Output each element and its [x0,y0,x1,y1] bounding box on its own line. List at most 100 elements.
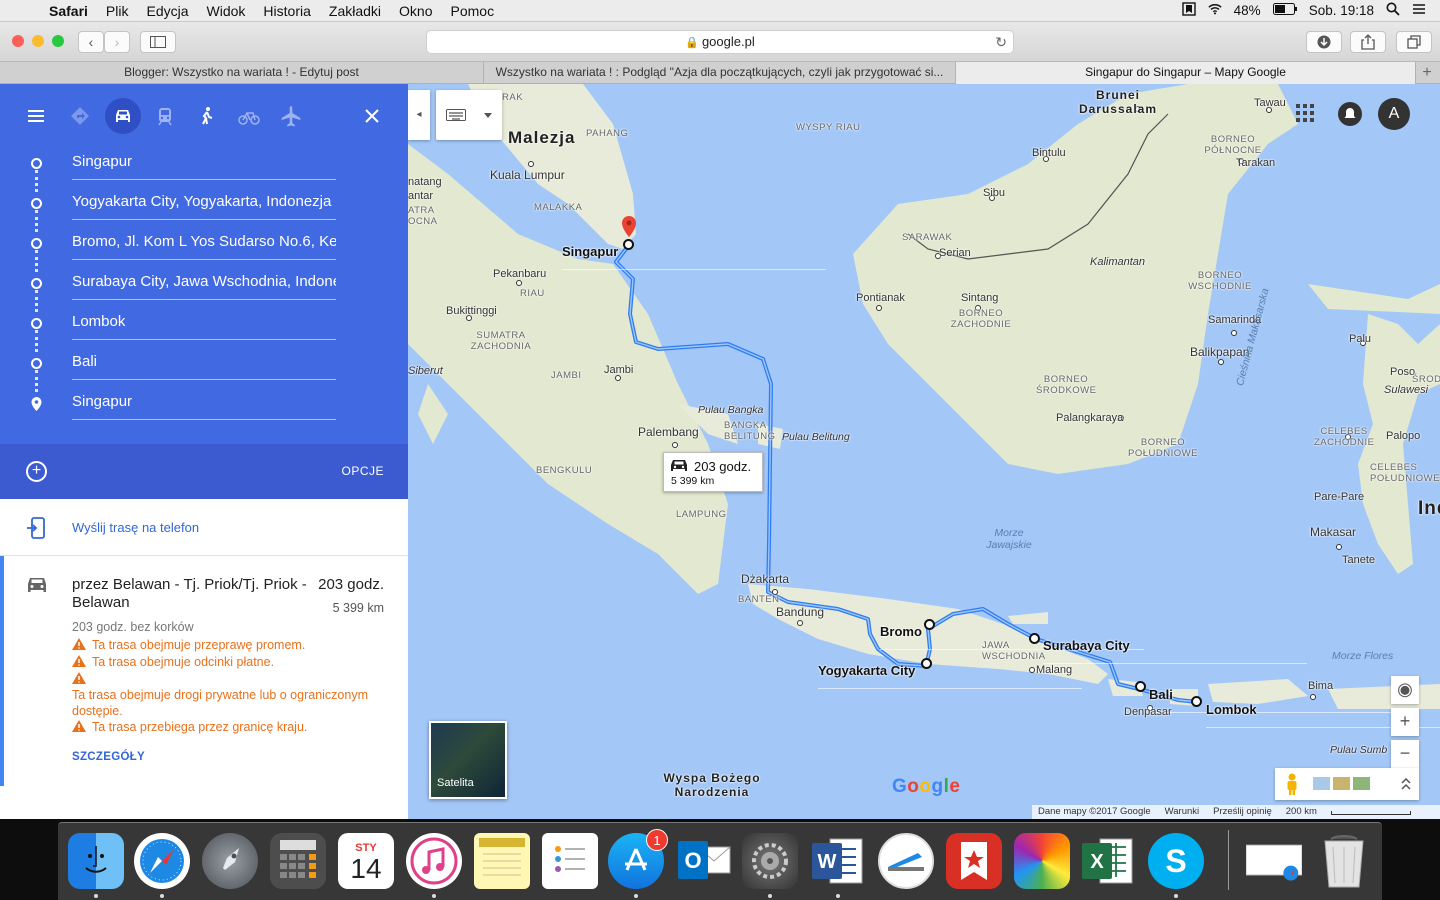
close-directions-button[interactable] [358,104,386,132]
menu-widok[interactable]: Widok [198,3,255,19]
minimized-safari-window-icon[interactable] [1246,833,1302,889]
layer-thumbnail[interactable] [1313,777,1330,790]
svg-text:X: X [1090,851,1104,873]
word-icon[interactable]: W [810,833,866,889]
mode-transit[interactable] [147,98,183,134]
itunes-icon[interactable] [406,833,462,889]
city-marker[interactable] [672,442,678,448]
finder-icon[interactable] [68,833,124,889]
excel-icon[interactable]: X [1080,833,1136,889]
notes-icon[interactable] [474,833,530,889]
battery-icon[interactable] [1272,3,1297,18]
address-bar[interactable]: 🔒 google.pl ↻ [426,30,1014,54]
collapse-panel-button[interactable]: ◂ [408,90,430,140]
menu-button[interactable] [18,98,54,134]
scale-label[interactable]: 200 km [1286,805,1317,819]
send-to-phone-row[interactable]: Wyślij trasę na telefon [0,499,408,556]
spotlight-icon[interactable] [1386,2,1400,19]
system-preferences-icon[interactable] [742,833,798,889]
route-stop-bali[interactable] [1135,681,1146,692]
menu-app-safari[interactable]: Safari [40,3,97,19]
city-marker[interactable] [528,161,534,167]
city-marker[interactable] [1336,544,1342,550]
city-marker[interactable] [1231,330,1237,336]
send-feedback-link[interactable]: Prześlij opinię [1213,805,1272,819]
apps-grid-icon[interactable] [1294,102,1316,124]
skype-icon[interactable]: S [1148,833,1204,889]
input-tools-button[interactable] [436,90,502,140]
downloads-button[interactable] [1306,31,1342,53]
menu-pomoc[interactable]: Pomoc [442,3,504,19]
waypoint-input-2[interactable]: Yogyakarta City, Yogyakarta, Indonezja [72,188,336,220]
menu-zakladki[interactable]: Zakładki [320,3,390,19]
city-marker[interactable] [876,305,882,311]
tabs-overview-button[interactable] [1396,31,1432,53]
expand-icon[interactable] [1401,778,1411,790]
menu-edycja[interactable]: Edycja [137,3,197,19]
menu-historia[interactable]: Historia [254,3,319,19]
route-details-link[interactable]: SZCZEGÓŁY [72,751,145,763]
satellite-toggle[interactable]: Satelita [429,721,507,799]
new-tab-button[interactable]: + [1416,62,1438,83]
my-location-button[interactable]: ◉ [1391,676,1419,704]
options-button[interactable]: OPCJE [341,464,384,478]
mode-driving[interactable] [105,98,141,134]
city-marker[interactable] [1218,359,1224,365]
preview-scanner-icon[interactable] [878,833,934,889]
menu-plik[interactable]: Plik [97,3,138,19]
sidebar-toggle-button[interactable] [140,31,176,53]
tab-blog-preview[interactable]: Wszystko na wariata ! : Podgląd "Azja dl… [484,62,956,84]
waypoint-input-6[interactable]: Bali [72,348,336,380]
minimize-window-button[interactable] [32,35,44,47]
clock[interactable]: Sob. 19:18 [1309,3,1374,18]
zoom-window-button[interactable] [52,35,64,47]
zoom-in-button[interactable]: + [1391,708,1419,736]
notifications-bell-icon[interactable] [1338,102,1362,126]
layer-thumbnail[interactable] [1353,777,1370,790]
trash-icon[interactable] [1316,833,1372,889]
forward-button[interactable]: › [104,31,130,53]
layer-thumbnail[interactable] [1333,777,1350,790]
notification-center-icon[interactable] [1412,2,1426,19]
pegman-icon[interactable] [1285,773,1299,795]
photos-icon[interactable] [1014,833,1070,889]
terms-link[interactable]: Warunki [1165,805,1200,819]
menu-okno[interactable]: Okno [390,3,441,19]
city-marker[interactable] [797,620,803,626]
route-option[interactable]: przez Belawan - Tj. Priok/Tj. Priok - Be… [0,556,408,786]
route-duration-bubble[interactable]: 203 godz. 5 399 km [663,452,763,492]
map-layers-strip[interactable] [1275,768,1419,800]
waypoint-input-3[interactable]: Bromo, Jl. Kom L Yos Sudarso No.6, Ke [72,228,336,260]
reminders-icon[interactable] [542,833,598,889]
bookmark-status-icon[interactable] [1181,2,1196,19]
wifi-icon[interactable] [1208,2,1222,19]
outlook-icon[interactable]: O [676,833,732,889]
back-button[interactable]: ‹ [78,31,104,53]
launchpad-icon[interactable] [202,833,258,889]
mode-walking[interactable] [189,98,225,134]
mode-flight[interactable] [273,98,309,134]
bubble-distance: 5 399 km [671,475,715,487]
account-avatar[interactable]: A [1378,98,1410,130]
tab-blogger-edit[interactable]: Blogger: Wszystko na wariata ! - Edytuj … [0,62,484,84]
mode-best-route[interactable] [62,98,98,134]
map-label: Jambi [604,364,634,376]
waypoint-input-5[interactable]: Lombok [72,308,336,340]
close-window-button[interactable] [12,35,24,47]
safari-icon[interactable] [134,833,190,889]
city-marker[interactable] [516,280,522,286]
waypoint-input-destination[interactable]: Singapur [72,388,336,420]
wunderlist-icon[interactable] [946,833,1002,889]
send-to-phone-link[interactable]: Wyślij trasę na telefon [72,520,199,535]
waypoint-input-4[interactable]: Surabaya City, Jawa Wschodnia, Indone [72,268,336,300]
tab-google-maps[interactable]: Singapur do Singapur – Mapy Google [956,62,1416,84]
calendar-icon[interactable]: STY 14 [338,833,394,889]
add-destination-button[interactable]: + [26,461,47,482]
zoom-out-button[interactable]: − [1391,740,1419,768]
map-canvas[interactable]: Malezja Kuala Lumpur PAHANG MALAKKA WYSP… [408,84,1440,819]
calculator-icon[interactable] [270,833,326,889]
waypoint-input-1[interactable]: Singapur [72,148,336,180]
share-button[interactable] [1350,31,1386,53]
mode-cycling[interactable] [231,98,267,134]
reload-icon[interactable]: ↻ [995,31,1007,53]
